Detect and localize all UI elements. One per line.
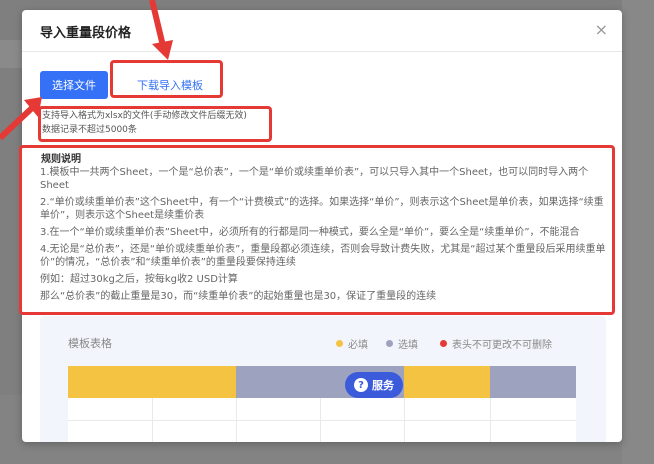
hint-format-line: 支持导入格式为xlsx的文件(手动修改文件后缀无效) bbox=[42, 111, 247, 121]
service-button[interactable]: ? 服务 bbox=[345, 372, 403, 398]
close-icon[interactable]: × bbox=[595, 22, 608, 38]
rule-item-1: 1.模板中一共两个Sheet，一个是“总价表”，一个是“单价或续重单价表”，可以… bbox=[40, 167, 589, 191]
header-cell-required bbox=[404, 366, 490, 398]
legend-optional-label: 选填 bbox=[398, 340, 418, 351]
rules-title: 规则说明 bbox=[41, 154, 81, 165]
legend-required: 必填 bbox=[336, 336, 368, 351]
template-table-preview bbox=[68, 366, 576, 442]
file-format-hint: 支持导入格式为xlsx的文件(手动修改文件后缀无效) 数据记录不超过5000条 bbox=[42, 109, 247, 137]
rule-example: 例如：超过30kg之后，按每kg收2 USD计算 bbox=[40, 274, 238, 285]
header-cell-optional bbox=[490, 366, 576, 398]
download-template-link[interactable]: 下载导入模板 bbox=[118, 73, 222, 97]
rule-item-3: 3.在一个“单价或续重单价表”Sheet中，必须所有的行都是同一种模式，要么全是… bbox=[40, 227, 580, 238]
row-divider bbox=[68, 420, 576, 421]
template-title: 模板表格 bbox=[68, 337, 112, 350]
dialog-title: 导入重量段价格 bbox=[40, 26, 132, 41]
required-dot-icon bbox=[336, 340, 343, 347]
template-preview: 模板表格 必填 选填 表头不可更改不可删除 bbox=[40, 316, 606, 442]
legend-locked-label: 表头不可更改不可删除 bbox=[452, 340, 552, 351]
rule-example-note: 那么“总价表”的截止重量是30，而“续重单价表”的起始重量也是30，保证了重量段… bbox=[40, 291, 437, 302]
import-weight-price-dialog: 导入重量段价格 × 选择文件 下载导入模板 支持导入格式为xlsx的文件(手动修… bbox=[22, 10, 622, 442]
rule-item-4: 4.无论是“总价表”，还是“单价或续重单价表”，重量段都必须连续，否则会导致计费… bbox=[40, 244, 606, 268]
legend-locked: 表头不可更改不可删除 bbox=[440, 336, 552, 351]
dialog-header: 导入重量段价格 × bbox=[22, 10, 622, 50]
header-cell-required bbox=[68, 366, 152, 398]
legend-optional: 选填 bbox=[386, 336, 418, 351]
rule-item-2: 2.“单价或续重单价表”这个Sheet中，有一个“计费模式”的选择。如果选择“单… bbox=[40, 197, 604, 221]
legend-required-label: 必填 bbox=[348, 340, 368, 351]
select-file-button[interactable]: 选择文件 bbox=[40, 71, 108, 99]
header-divider bbox=[22, 51, 622, 52]
hint-limit-line: 数据记录不超过5000条 bbox=[42, 125, 137, 135]
header-cell-optional bbox=[236, 366, 320, 398]
header-cell-required bbox=[152, 366, 236, 398]
optional-dot-icon bbox=[386, 340, 393, 347]
service-button-label: 服务 bbox=[372, 379, 394, 392]
background-right-panel bbox=[622, 0, 654, 464]
locked-dot-icon bbox=[440, 340, 447, 347]
question-icon: ? bbox=[354, 378, 368, 392]
rules-section: 规则说明 1.模板中一共两个Sheet，一个是“总价表”，一个是“单价或续重单价… bbox=[40, 150, 612, 307]
